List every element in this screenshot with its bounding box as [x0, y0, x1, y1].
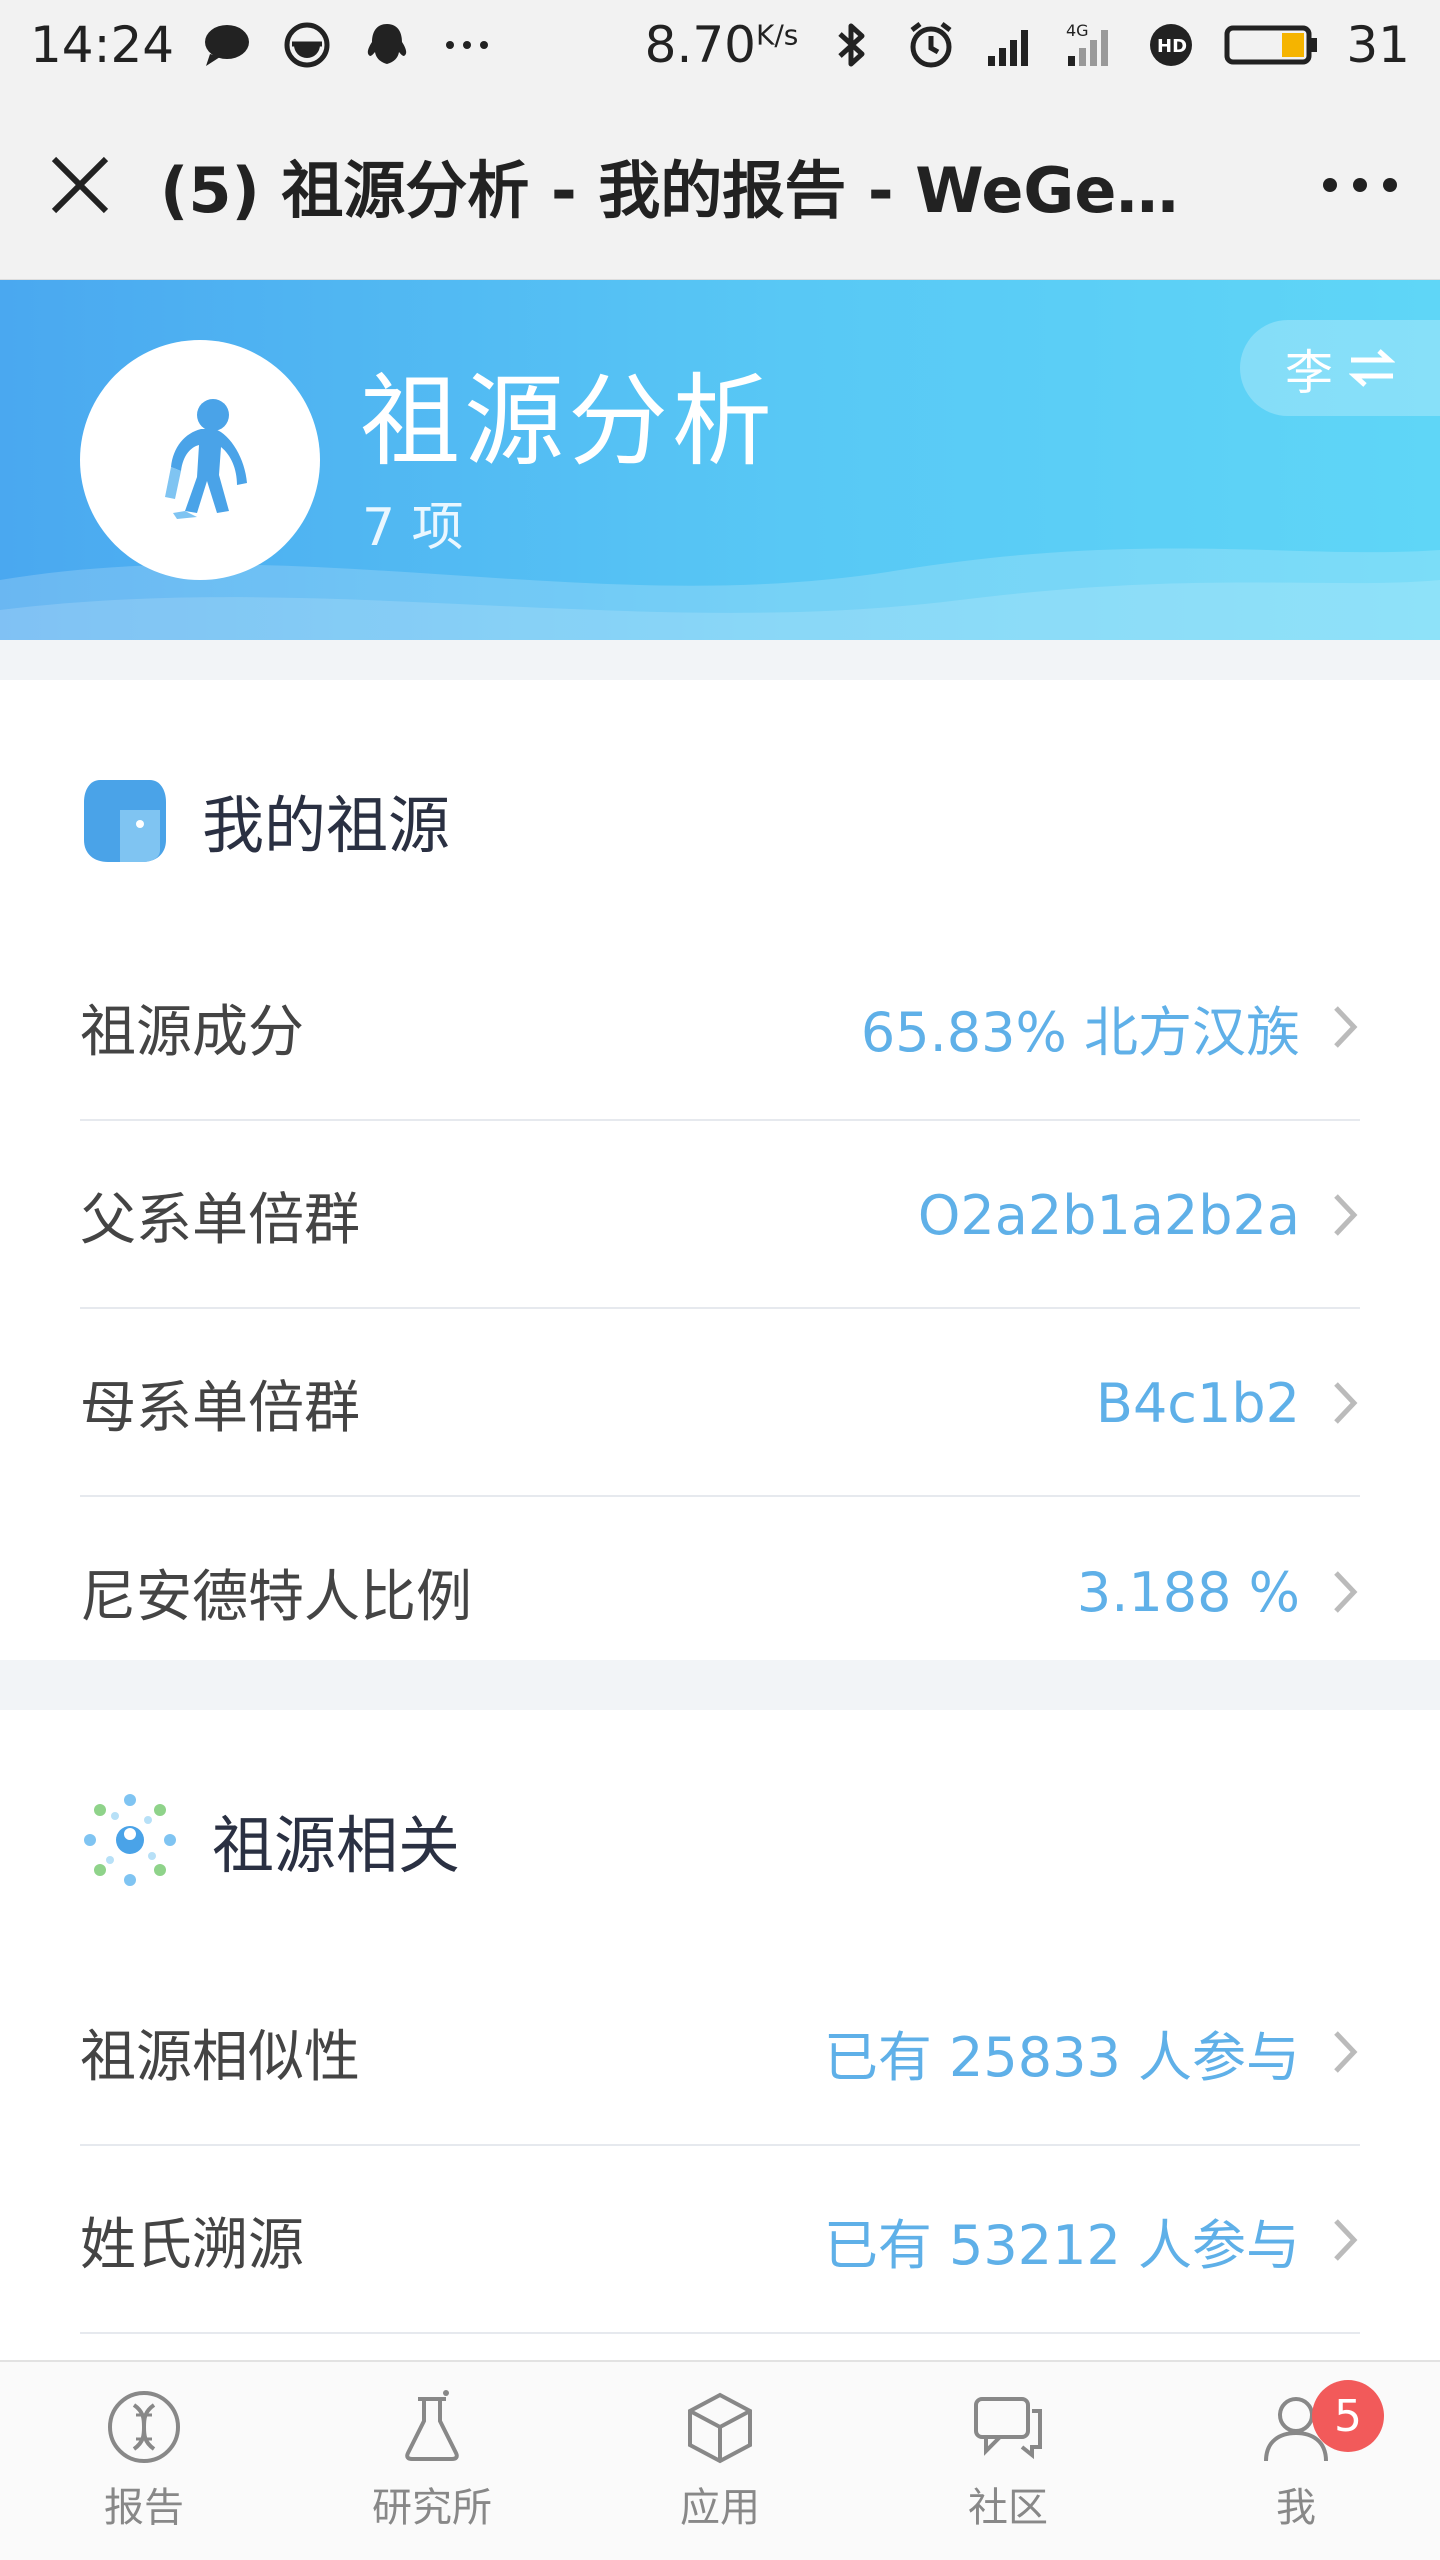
swap-arrows-icon — [1349, 349, 1395, 387]
row-label: 姓氏溯源 — [80, 2212, 304, 2278]
row-value: O2a2b1a2b2a — [917, 1183, 1300, 1247]
chevron-right-icon — [1310, 2029, 1360, 2075]
face-icon — [284, 22, 330, 68]
chevron-right-icon — [1310, 2217, 1360, 2263]
tab-label: 应用 — [680, 2485, 760, 2531]
notification-badge: 5 — [1312, 2380, 1384, 2452]
network-speed-unit: K/s — [755, 18, 799, 52]
row-neanderthal-ratio[interactable]: 尼安德特人比例 3.188 % — [80, 1499, 1360, 1685]
battery-level: 31 — [1346, 16, 1410, 74]
dna-report-icon — [108, 2391, 180, 2463]
tab-report[interactable]: 报告 — [0, 2362, 288, 2560]
switch-user-button[interactable]: 李 — [1240, 320, 1440, 416]
ancestry-avatar — [80, 340, 320, 580]
more-dots-icon — [1323, 177, 1397, 192]
row-ancestry-composition[interactable]: 祖源成分 65.83% 北方汉族 — [80, 935, 1360, 1121]
section-header: 我的祖源 — [80, 750, 450, 890]
chevron-right-icon — [1310, 1192, 1360, 1238]
section-title: 祖源相关 — [212, 1809, 461, 1882]
tab-label: 社区 — [968, 2485, 1048, 2531]
alarm-icon — [910, 22, 952, 68]
network-people-icon — [84, 1794, 176, 1886]
chevron-right-icon — [1310, 1004, 1360, 1050]
tab-label: 研究所 — [372, 2485, 492, 2531]
row-surname-origin[interactable]: 姓氏溯源 已有 53212 人参与 — [80, 2148, 1360, 2334]
section-title: 我的祖源 — [202, 789, 451, 862]
close-button[interactable] — [0, 90, 160, 280]
row-value: 3.188 % — [1076, 1560, 1300, 1624]
page-title: (5) 祖源分析 - 我的报告 - WeGen… — [160, 153, 1220, 227]
more-dots-icon — [446, 41, 489, 49]
row-paternal-haplogroup[interactable]: 父系单倍群 O2a2b1a2b2a — [80, 1123, 1360, 1309]
flask-icon — [405, 2390, 459, 2461]
network-speed-value: 8.70 — [644, 16, 756, 74]
signal-icon — [988, 30, 1029, 66]
row-value: 已有 53212 人参与 — [823, 2213, 1300, 2277]
close-icon — [51, 156, 109, 213]
row-label: 尼安德特人比例 — [80, 1564, 472, 1630]
row-label: 父系单倍群 — [80, 1187, 360, 1253]
tab-institute[interactable]: 研究所 — [288, 2362, 576, 2560]
tab-label: 我 — [1276, 2485, 1316, 2531]
row-value: 已有 25833 人参与 — [823, 2025, 1300, 2089]
banner-title: 祖源分析 — [360, 363, 776, 480]
item-count: 7 项 — [362, 498, 464, 558]
row-label: 祖源成分 — [80, 999, 304, 1065]
row-value: B4c1b2 — [1095, 1371, 1300, 1435]
switch-user-label: 李 — [1284, 345, 1333, 401]
title-bar: (5) 祖源分析 - 我的报告 - WeGen… — [0, 90, 1440, 280]
bluetooth-icon — [838, 23, 865, 67]
cube-icon — [688, 2392, 752, 2464]
network-speed: 8.70K/s — [645, 16, 799, 74]
svg-text:4G: 4G — [1066, 21, 1089, 40]
svg-text:HD: HD — [1157, 36, 1187, 57]
tab-apps[interactable]: 应用 — [576, 2362, 864, 2560]
status-time: 14:24 — [30, 16, 175, 74]
section-header: 祖源相关 — [80, 1770, 460, 1910]
row-label: 母系单倍群 — [80, 1375, 360, 1441]
more-button[interactable] — [1280, 90, 1440, 280]
row-ancestry-similarity[interactable]: 祖源相似性 已有 25833 人参与 — [80, 1960, 1360, 2146]
chevron-right-icon — [1310, 1569, 1360, 1615]
tab-label: 报告 — [104, 2485, 184, 2531]
bottom-tab-bar: 报告 研究所 应用 社区 我 5 — [0, 2360, 1440, 2560]
row-maternal-haplogroup[interactable]: 母系单倍群 B4c1b2 — [80, 1311, 1360, 1497]
ape-icon — [165, 399, 247, 519]
qq-icon — [367, 24, 407, 64]
ancestry-related-card: 祖源相关 祖源相似性 已有 25833 人参与 姓氏溯源 已有 53212 人参… — [0, 1710, 1440, 2360]
row-label: 祖源相似性 — [80, 2024, 360, 2090]
ancestor-head-icon — [84, 780, 166, 862]
tab-me[interactable]: 我 5 — [1152, 2362, 1440, 2560]
battery-icon — [1224, 25, 1318, 65]
status-bar: 14:24 8.70K/s 4G HD 31 — [0, 0, 1440, 90]
chat-icon — [974, 2397, 1042, 2460]
tab-community[interactable]: 社区 — [864, 2362, 1152, 2560]
header-banner: 祖源分析 7 项 李 — [0, 280, 1440, 640]
chevron-right-icon — [1310, 1380, 1360, 1426]
screen: 14:24 8.70K/s 4G HD 31 (5) 祖源分析 - 我的报告 -… — [0, 0, 1440, 2560]
4g-signal-icon: 4G — [1066, 21, 1109, 66]
chat-bubble-icon — [205, 25, 250, 66]
row-value: 65.83% 北方汉族 — [860, 1000, 1300, 1064]
hd-icon: HD — [1150, 24, 1193, 66]
my-ancestry-card: 我的祖源 祖源成分 65.83% 北方汉族 父系单倍群 O2a2b1a2b2a … — [0, 680, 1440, 1660]
